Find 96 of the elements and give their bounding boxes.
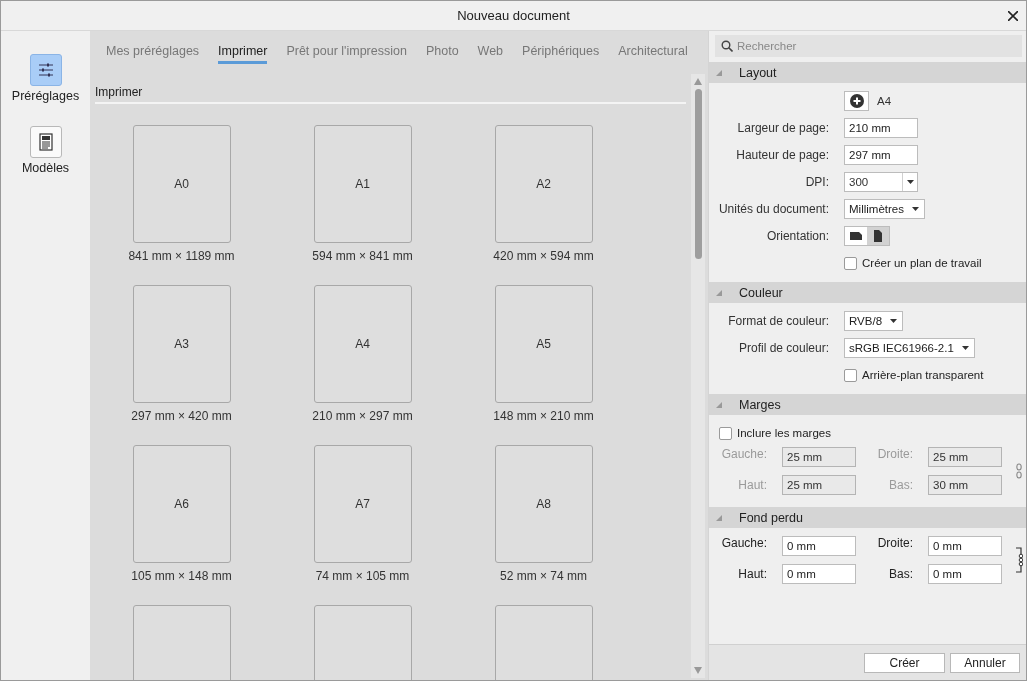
field-label: Bas: <box>888 567 913 581</box>
field-label: Orientation: <box>765 229 829 243</box>
preset-size: 105 mm × 148 mm <box>131 569 232 583</box>
preset-size: 52 mm × 74 mm <box>500 569 587 583</box>
caret-icon <box>911 207 919 211</box>
field-label: Bas: <box>888 478 913 492</box>
field-label: Gauche: <box>720 536 767 550</box>
input-field[interactable]: 0 mm <box>928 564 1002 584</box>
cancel-button[interactable]: Annuler <box>950 652 1020 673</box>
orientation-button[interactable] <box>845 227 867 245</box>
dropdown[interactable]: sRGB IEC61966-2.1 <box>844 338 975 358</box>
field-label: Droite: <box>876 447 913 461</box>
preset-size: 148 mm × 210 mm <box>493 409 594 423</box>
scroll-up-icon[interactable] <box>694 78 702 85</box>
caret-icon <box>906 180 914 184</box>
field-label: Profil de couleur: <box>737 341 829 355</box>
preset-name: A3 <box>174 337 189 351</box>
checkbox-label: Créer un plan de travail <box>862 257 982 269</box>
preset-size: 594 mm × 841 mm <box>312 249 413 263</box>
preset-card[interactable]: A5 <box>494 285 593 403</box>
section-title: Marges <box>739 397 781 412</box>
dropdown[interactable]: RVB/8 <box>844 311 904 331</box>
preset-card[interactable]: A7 <box>313 445 412 563</box>
section-title: Layout <box>739 65 777 80</box>
input-field: 25 mm <box>782 447 856 467</box>
orientation-button[interactable] <box>867 227 889 245</box>
section-header[interactable]: Marges <box>709 394 1026 415</box>
preset-card[interactable]: A6 <box>132 445 231 563</box>
checkbox[interactable] <box>844 256 857 270</box>
section-header[interactable]: Layout <box>709 62 1026 83</box>
field-label: Largeur de page: <box>736 121 829 135</box>
section-title: Fond perdu <box>739 510 803 525</box>
preset-name: A0 <box>174 177 189 191</box>
create-button[interactable]: Créer <box>864 652 945 673</box>
field-label: Haut: <box>737 567 767 581</box>
dropdown[interactable]: Millimètres <box>844 199 925 219</box>
checkbox[interactable] <box>844 368 857 382</box>
preset-label: A4 <box>877 95 892 107</box>
field-label: Hauteur de page: <box>735 148 829 162</box>
input-field: 25 mm <box>782 475 856 495</box>
portrait-page-icon <box>871 229 885 243</box>
sidebar-label: Préréglages <box>11 89 80 103</box>
preset-card[interactable]: A8 <box>494 445 593 563</box>
preset-card[interactable]: A3 <box>132 285 231 403</box>
preset-size: 74 mm × 105 mm <box>315 569 410 583</box>
checkbox-label: Inclure les marges <box>737 427 831 439</box>
caret-icon <box>961 346 969 350</box>
preset-name: A7 <box>355 497 370 511</box>
input-field[interactable]: 210 mm <box>844 118 918 138</box>
input-field[interactable]: 0 mm <box>928 536 1002 556</box>
preset-size: 841 mm × 1189 mm <box>128 249 235 263</box>
preset-card[interactable]: A1 <box>313 125 412 243</box>
field-label: Format de couleur: <box>727 314 829 328</box>
search-field[interactable]: Rechercher <box>715 35 1022 57</box>
section-header[interactable]: Fond perdu <box>709 507 1026 528</box>
preset-name: A8 <box>536 497 551 511</box>
section-heading: Imprimer <box>95 85 686 104</box>
field-label: Unités du document: <box>717 202 829 216</box>
preset-name: A6 <box>174 497 189 511</box>
add-preset-button[interactable] <box>844 91 869 111</box>
field-label: Droite: <box>876 536 913 550</box>
combo-box[interactable]: 300 <box>844 172 918 192</box>
sidebar-button[interactable] <box>29 126 62 158</box>
preset-card[interactable]: A0 <box>132 125 231 243</box>
input-field[interactable]: 297 mm <box>844 145 918 165</box>
preset-name: A4 <box>355 337 370 351</box>
sidebar-label: Modèles <box>21 161 70 175</box>
close-icon[interactable] <box>1008 11 1018 21</box>
landscape-page-icon <box>849 229 863 243</box>
caret-icon <box>890 319 898 323</box>
field-label: DPI: <box>804 175 829 189</box>
preset-size: 210 mm × 297 mm <box>312 409 413 423</box>
preset-name: A5 <box>536 337 551 351</box>
preset-card[interactable]: A4 <box>313 285 412 403</box>
scroll-thumb[interactable] <box>694 89 702 259</box>
preset-size: 297 mm × 420 mm <box>131 409 232 423</box>
preset-size: 420 mm × 594 mm <box>493 249 594 263</box>
section-title: Couleur <box>739 285 783 300</box>
window-title: Nouveau document <box>457 8 570 23</box>
preset-name: A2 <box>536 177 551 191</box>
field-label: Haut: <box>737 478 767 492</box>
scroll-down-icon[interactable] <box>694 667 702 674</box>
preset-card[interactable]: A2 <box>494 125 593 243</box>
checkbox[interactable] <box>719 426 732 440</box>
plus-icon <box>849 94 864 108</box>
field-label: Gauche: <box>720 447 767 461</box>
preset-name: A1 <box>355 177 370 191</box>
input-field: 25 mm <box>928 447 1002 467</box>
input-field[interactable]: 0 mm <box>782 536 856 556</box>
scrollbar[interactable] <box>691 74 705 678</box>
tab[interactable]: Imprimer <box>218 44 268 64</box>
input-field[interactable]: 0 mm <box>782 564 856 584</box>
section-header[interactable]: Couleur <box>709 282 1026 303</box>
checkbox-label: Arrière-plan transparent <box>862 369 984 381</box>
linked-chain-icon[interactable] <box>1014 547 1023 573</box>
input-field: 30 mm <box>928 475 1002 495</box>
